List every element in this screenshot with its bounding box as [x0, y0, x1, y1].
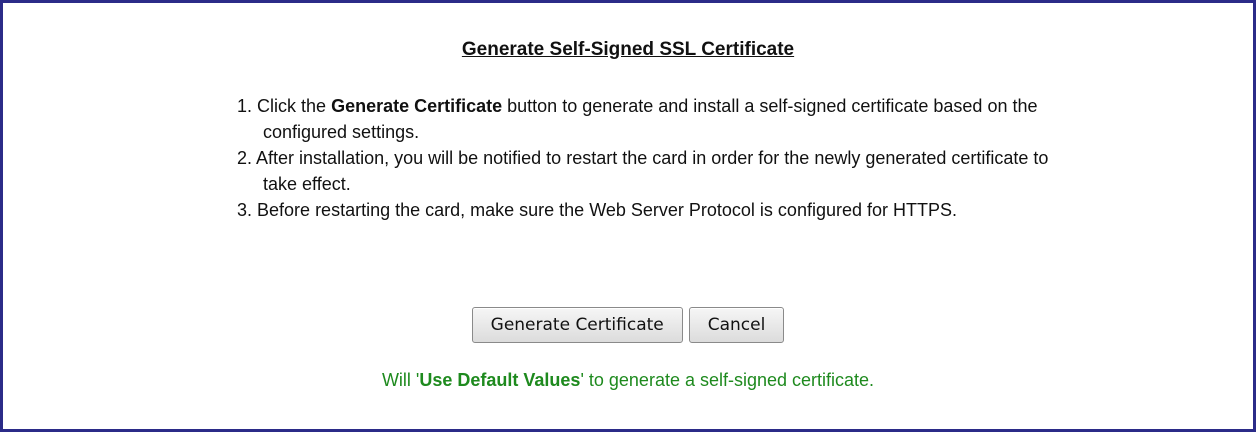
generate-certificate-button[interactable]: Generate Certificate [471, 307, 683, 343]
step-number: 2. [237, 148, 253, 168]
instruction-step-1: 1. Click the Generate Certificate button… [237, 93, 1057, 145]
step-text: After installation, you will be notified… [256, 148, 1049, 194]
step-text: Before restarting the card, make sure th… [257, 200, 958, 220]
status-message: Will 'Use Default Values' to generate a … [3, 370, 1253, 391]
cancel-button[interactable]: Cancel [688, 307, 785, 343]
status-message-bold: Use Default Values [419, 370, 581, 390]
button-row: Generate Certificate Cancel [3, 307, 1253, 343]
instruction-step-2: 2. After installation, you will be notif… [237, 145, 1057, 197]
step-number: 1. [237, 96, 253, 116]
instruction-list: 1. Click the Generate Certificate button… [237, 93, 1057, 223]
dialog-frame: Generate Self-Signed SSL Certificate 1. … [0, 0, 1256, 432]
status-message-pre: Will ' [381, 370, 420, 390]
instruction-step-3: 3. Before restarting the card, make sure… [237, 197, 1057, 223]
status-message-post: ' to generate a self-signed certificate. [580, 370, 875, 390]
step-number: 3. [237, 200, 253, 220]
page-title: Generate Self-Signed SSL Certificate [461, 39, 795, 60]
step-text-pre: Click the [257, 96, 332, 116]
step-text-bold: Generate Certificate [331, 96, 503, 116]
